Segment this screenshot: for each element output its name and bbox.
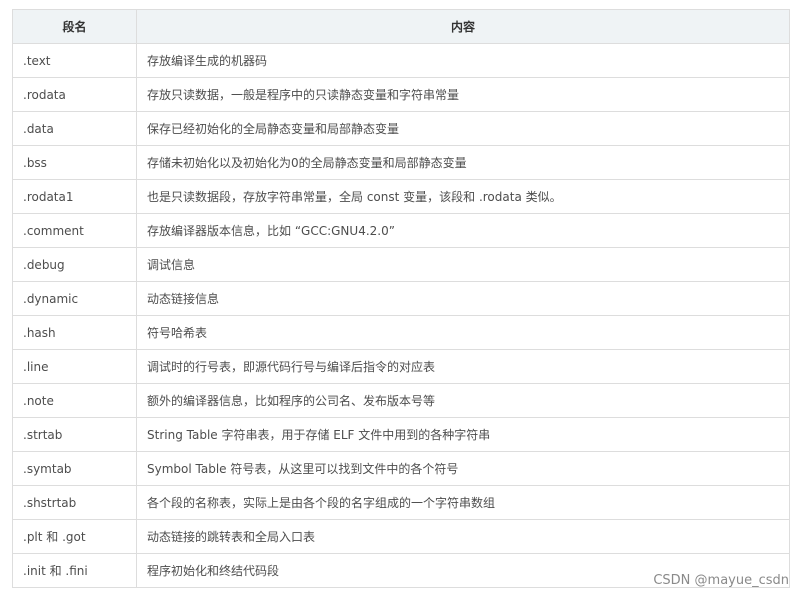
table-row: .plt 和 .got 动态链接的跳转表和全局入口表	[12, 519, 790, 554]
section-name-cell: .debug	[12, 247, 137, 282]
table-row: .text 存放编译生成的机器码	[12, 43, 790, 78]
table-row: .symtab Symbol Table 符号表，从这里可以找到文件中的各个符号	[12, 451, 790, 486]
section-desc-cell: 也是只读数据段，存放字符串常量，全局 const 变量，该段和 .rodata …	[136, 179, 790, 214]
table-row: .bss 存储未初始化以及初始化为0的全局静态变量和局部静态变量	[12, 145, 790, 180]
section-name-cell: .text	[12, 43, 137, 78]
table-row: .rodata 存放只读数据，一般是程序中的只读静态变量和字符串常量	[12, 77, 790, 112]
section-table: 段名 内容 .text 存放编译生成的机器码 .rodata 存放只读数据，一般…	[12, 9, 790, 588]
csdn-watermark: CSDN @mayue_csdn	[653, 573, 789, 588]
section-desc-cell: 各个段的名称表，实际上是由各个段的名字组成的一个字符串数组	[136, 485, 790, 520]
section-name-cell: .dynamic	[12, 281, 137, 316]
section-name-cell: .bss	[12, 145, 137, 180]
section-name-cell: .plt 和 .got	[12, 519, 137, 554]
section-name-cell: .shstrtab	[12, 485, 137, 520]
section-desc-cell: 存放编译生成的机器码	[136, 43, 790, 78]
section-desc-cell: 存放只读数据，一般是程序中的只读静态变量和字符串常量	[136, 77, 790, 112]
table-row: .debug 调试信息	[12, 247, 790, 282]
section-desc-cell: 符号哈希表	[136, 315, 790, 350]
section-desc-cell: 存储未初始化以及初始化为0的全局静态变量和局部静态变量	[136, 145, 790, 180]
section-name-cell: .line	[12, 349, 137, 384]
section-name-cell: .init 和 .fini	[12, 553, 137, 588]
table-row: .rodata1 也是只读数据段，存放字符串常量，全局 const 变量，该段和…	[12, 179, 790, 214]
table-body: .text 存放编译生成的机器码 .rodata 存放只读数据，一般是程序中的只…	[12, 43, 790, 588]
table-row: .data 保存已经初始化的全局静态变量和局部静态变量	[12, 111, 790, 146]
section-name-cell: .data	[12, 111, 137, 146]
section-desc-cell: 动态链接信息	[136, 281, 790, 316]
table-row: .dynamic 动态链接信息	[12, 281, 790, 316]
section-name-cell: .comment	[12, 213, 137, 248]
header-section-content: 内容	[136, 9, 790, 44]
section-desc-cell: String Table 字符串表，用于存储 ELF 文件中用到的各种字符串	[136, 417, 790, 452]
section-name-cell: .rodata	[12, 77, 137, 112]
section-name-cell: .note	[12, 383, 137, 418]
header-row: 段名 内容	[12, 9, 790, 44]
section-name-cell: .strtab	[12, 417, 137, 452]
section-name-cell: .symtab	[12, 451, 137, 486]
table-row: .comment 存放编译器版本信息，比如 “GCC:GNU4.2.0”	[12, 213, 790, 248]
section-desc-cell: 保存已经初始化的全局静态变量和局部静态变量	[136, 111, 790, 146]
table-row: .shstrtab 各个段的名称表，实际上是由各个段的名字组成的一个字符串数组	[12, 485, 790, 520]
table-row: .hash 符号哈希表	[12, 315, 790, 350]
section-name-cell: .hash	[12, 315, 137, 350]
section-desc-cell: 调试信息	[136, 247, 790, 282]
table-header: 段名 内容	[12, 9, 790, 44]
table-row: .strtab String Table 字符串表，用于存储 ELF 文件中用到…	[12, 417, 790, 452]
section-desc-cell: Symbol Table 符号表，从这里可以找到文件中的各个符号	[136, 451, 790, 486]
section-desc-cell: 调试时的行号表，即源代码行号与编译后指令的对应表	[136, 349, 790, 384]
section-name-cell: .rodata1	[12, 179, 137, 214]
section-desc-cell: 动态链接的跳转表和全局入口表	[136, 519, 790, 554]
header-section-name: 段名	[12, 9, 137, 44]
section-desc-cell: 额外的编译器信息，比如程序的公司名、发布版本号等	[136, 383, 790, 418]
table-row: .line 调试时的行号表，即源代码行号与编译后指令的对应表	[12, 349, 790, 384]
section-desc-cell: 存放编译器版本信息，比如 “GCC:GNU4.2.0”	[136, 213, 790, 248]
table-row: .note 额外的编译器信息，比如程序的公司名、发布版本号等	[12, 383, 790, 418]
